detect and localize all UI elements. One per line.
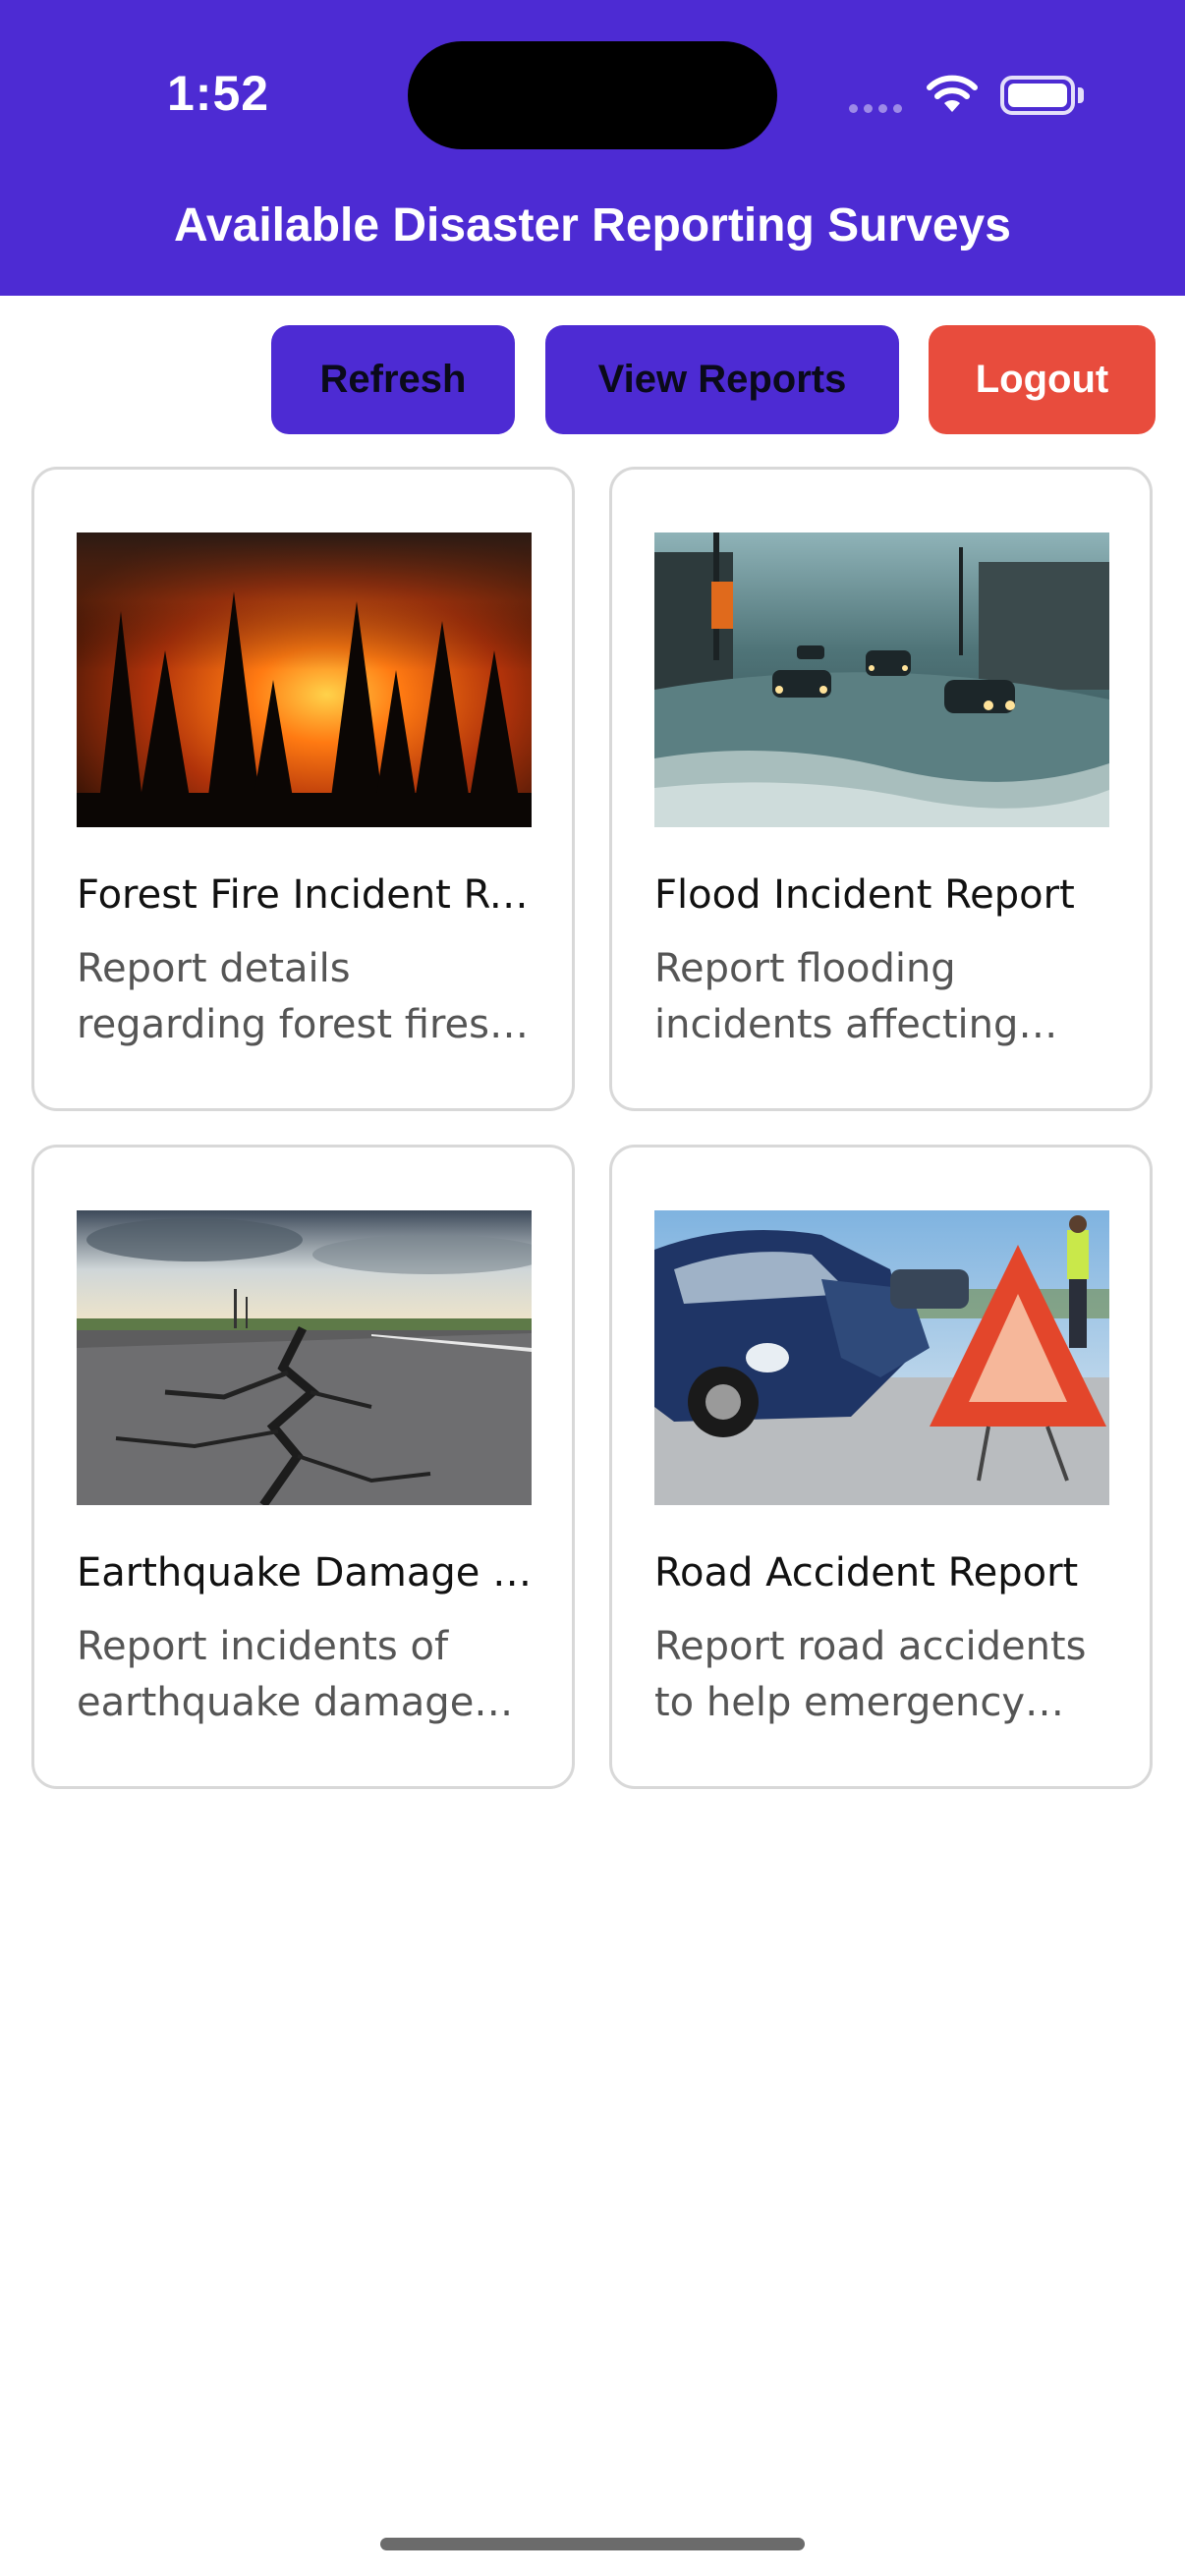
battery-cap <box>1078 87 1084 103</box>
battery-icon <box>1000 76 1075 115</box>
survey-title: Flood Incident Report <box>654 872 1075 918</box>
survey-card-forest-fire[interactable]: Forest Fire Incident Report Report detai… <box>31 467 575 1111</box>
survey-title: Forest Fire Incident Report <box>77 872 538 918</box>
survey-description: Report incidents of earthquake damage fo… <box>77 1624 475 1725</box>
survey-card-road-accident[interactable]: Road Accident Report Report road acciden… <box>609 1145 1153 1789</box>
survey-title: Road Accident Report <box>654 1550 1079 1596</box>
wifi-icon <box>927 75 978 112</box>
survey-description: Report road accidents to help emergency … <box>654 1624 1087 1725</box>
survey-description: Report flooding incidents affecting infr… <box>654 946 1019 1047</box>
earthquake-image <box>77 1210 532 1505</box>
page-title: Available Disaster Reporting Surveys <box>174 199 1011 252</box>
view-reports-button[interactable]: View Reports <box>545 325 899 434</box>
logout-button[interactable]: Logout <box>929 325 1156 434</box>
refresh-button[interactable]: Refresh <box>271 325 515 434</box>
status-time: 1:52 <box>167 66 270 121</box>
forest-fire-image <box>77 532 532 827</box>
dynamic-island <box>408 41 777 149</box>
home-indicator[interactable] <box>380 2538 805 2550</box>
app-header: 1:52 Available Disaster Reporting Survey… <box>0 0 1185 296</box>
survey-title: Earthquake Damage Report <box>77 1550 538 1596</box>
survey-description: Report details regarding forest fires an… <box>77 946 489 1047</box>
cellular-signal-icon <box>849 104 902 113</box>
survey-card-earthquake[interactable]: Earthquake Damage Report Report incident… <box>31 1145 575 1789</box>
survey-card-flood[interactable]: Flood Incident Report Report flooding in… <box>609 467 1153 1111</box>
road-accident-image <box>654 1210 1109 1505</box>
flood-image <box>654 532 1109 827</box>
